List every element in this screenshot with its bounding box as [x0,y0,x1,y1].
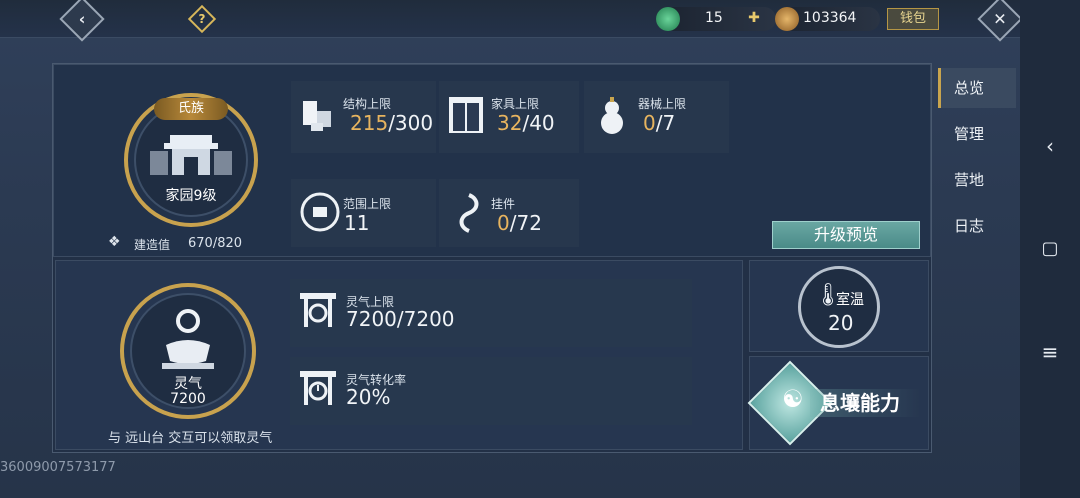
close-icon[interactable]: ✕ [977,0,1023,42]
upgrade-preview-button[interactable]: 升级预览 [772,221,920,249]
ability-card[interactable]: ☯ 息壤能力 [747,356,929,450]
range-icon [300,192,340,232]
furniture-limit-card: 家具上限 32/40 [439,81,579,153]
nav-back-icon[interactable]: ‹ [1020,134,1080,158]
coin-value: 103364 [803,10,857,26]
jade-icon [656,7,680,31]
spirit-rate-value: 20% [346,385,391,409]
nav-menu-icon[interactable]: ≡ [1020,340,1080,364]
blocks-icon [303,101,331,131]
pendant-icon [459,193,479,233]
add-currency-icon[interactable]: ✚ [747,11,761,25]
coin-icon [775,7,799,31]
wallet-button[interactable]: 钱包 [887,8,939,30]
wardrobe-icon [449,97,483,133]
device-limit-card: 器械上限 0/7 [584,81,729,153]
spirit-rate-icon [300,371,336,405]
pendant-limit-card: 挂件 0/72 [439,179,579,247]
build-value-icon: ❖ [108,234,121,250]
pendant-max: /72 [509,211,542,235]
pendant-label: 挂件 [491,197,516,211]
spirit-figure-icon: ☯ [782,385,804,413]
tab-camp[interactable]: 营地 [938,160,1016,200]
jade-value: 15 [705,10,723,26]
question-icon[interactable]: ? [187,4,217,34]
pendant-current: 0 [497,211,510,235]
build-value: 670/820 [188,236,243,251]
device-limit-label: 器械上限 [638,97,687,111]
ability-label: 息壤能力 [810,389,920,417]
tab-manage[interactable]: 管理 [938,114,1016,154]
device-max: /7 [655,111,676,135]
device-current: 0 [643,111,656,135]
gourd-icon [601,97,623,134]
top-bar: ‹ ? 15 ✚ 103364 钱包 ✕ [0,0,1023,42]
spirit-cap-value: 7200/7200 [346,307,455,331]
clan-badge: 氏族 [154,98,228,120]
app-window: ‹ ? 15 ✚ 103364 钱包 ✕ 氏族 家园9级 ❖ 建造值 670/8… [0,0,1023,498]
temperature-label: 室温 [836,292,864,308]
tab-log[interactable]: 日志 [938,206,1016,246]
range-limit-card: 范围上限 11 [291,179,436,247]
range-limit-label: 范围上限 [343,197,392,211]
structure-limit-card: 结构上限 215/300 [291,81,436,153]
temperature-value: 20 [828,311,854,335]
structure-limit-label: 结构上限 [343,97,392,111]
tab-overview[interactable]: 总览 [938,68,1016,108]
spirit-name: 灵气 [174,376,202,392]
spirit-section: 灵气 7200 与 远山台 交互可以领取灵气 灵气上限 7200/7200 灵气… [55,260,743,450]
spirit-hint: 与 远山台 交互可以领取灵气 [108,431,273,446]
spirit-cap-card: 灵气上限 7200/7200 [290,279,692,347]
structure-current: 215 [350,111,389,135]
spirit-cap-icon [300,293,336,327]
furniture-max: /40 [522,111,555,135]
back-chevron-icon[interactable]: ‹ [59,0,105,42]
system-nav-bar: ‹ ▢ ≡ [1020,0,1080,498]
range-value: 11 [344,211,370,235]
spirit-value: 7200 [170,391,206,407]
user-id: 36009007573177 [0,460,116,475]
overview-panel: 氏族 家园9级 ❖ 建造值 670/820 结构上限 215/300 家具上限 … [52,63,932,453]
nav-home-icon[interactable]: ▢ [1020,238,1080,259]
structure-max: /300 [388,111,434,135]
build-value-label: 建造值 [134,238,171,252]
temperature-card: 🌡 室温 20 [749,260,929,352]
spirit-rate-card: 灵气转化率 20% [290,357,692,425]
furniture-current: 32 [497,111,523,135]
furniture-limit-label: 家具上限 [491,97,540,111]
home-level: 家园9级 [165,188,217,204]
